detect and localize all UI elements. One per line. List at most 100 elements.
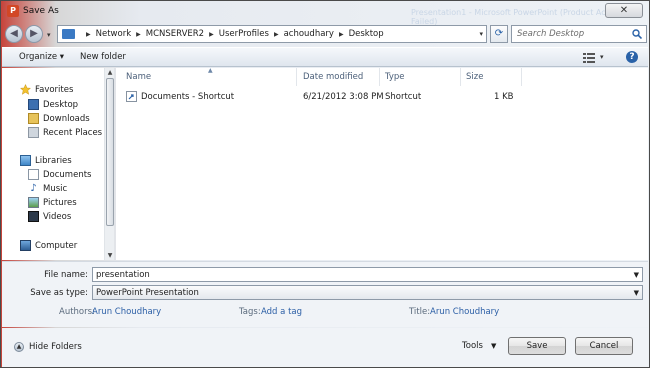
documents-icon (28, 169, 39, 180)
file-type: Shortcut (385, 92, 422, 102)
search-input[interactable]: Search Desktop (511, 25, 647, 43)
refresh-button[interactable]: ⟳ (490, 25, 508, 43)
chevron-right-icon[interactable]: ▶ (209, 31, 214, 38)
column-divider[interactable] (460, 68, 461, 86)
nav-favorites[interactable]: Favorites (20, 84, 73, 95)
forward-button[interactable]: ▶ (25, 25, 43, 43)
scroll-up-icon[interactable]: ▲ (106, 69, 114, 76)
nav-item-label: Libraries (35, 155, 72, 166)
nav-item-label: Computer (35, 240, 78, 251)
navigation-pane: Favorites Desktop Downloads Recent Place… (2, 68, 114, 260)
file-size: 1 KB (494, 92, 514, 102)
tools-button[interactable]: Tools (462, 341, 483, 351)
save-as-dialog: P Save As Presentation1 - Microsoft Powe… (0, 0, 650, 368)
breadcrumb-item[interactable]: Desktop (349, 29, 384, 39)
nav-item-label: Desktop (43, 99, 79, 110)
column-header-date[interactable]: Date modified (303, 72, 363, 82)
breadcrumb[interactable]: ▶ Network ▶ MCNSERVER2 ▶ UserProfiles ▶ … (57, 25, 487, 43)
save-type-label: Save as type: (30, 288, 88, 298)
title-bar[interactable]: P Save As Presentation1 - Microsoft Powe… (1, 1, 649, 26)
back-button[interactable]: ◀ (5, 25, 23, 43)
recent-pages-dropdown[interactable]: ▾ (47, 31, 51, 39)
view-options-icon[interactable] (583, 53, 595, 63)
save-button[interactable]: Save (508, 337, 566, 355)
close-icon: ✕ (619, 5, 629, 16)
network-folder-icon (62, 29, 75, 39)
navigation-scrollbar[interactable]: ▲ ▼ (104, 68, 114, 260)
nav-item-label: Downloads (43, 113, 90, 124)
nav-recent-places[interactable]: Recent Places (28, 127, 102, 138)
authors-field[interactable]: Arun Choudhary (92, 307, 161, 317)
nav-pictures[interactable]: Pictures (28, 197, 77, 208)
column-divider[interactable] (296, 68, 297, 86)
nav-libraries[interactable]: Libraries (20, 155, 72, 166)
file-name-field[interactable]: presentation ▼ (92, 267, 643, 282)
dialog-title: Save As (23, 6, 59, 16)
computer-icon (20, 240, 31, 251)
recent-places-icon (28, 127, 39, 138)
view-dropdown[interactable]: ▾ (600, 53, 604, 61)
file-date: 6/21/2012 3:08 PM (303, 92, 384, 102)
save-fields: File name: presentation ▼ Save as type: … (2, 261, 648, 327)
powerpoint-icon: P (7, 5, 19, 17)
search-icon[interactable] (632, 29, 642, 39)
hide-folders-button[interactable]: ▲ Hide Folders (14, 342, 82, 352)
nav-desktop[interactable]: Desktop (28, 99, 78, 110)
authors-label: Authors: (59, 307, 95, 317)
file-row[interactable]: Documents - Shortcut 6/21/2012 3:08 PM S… (124, 90, 644, 104)
nav-downloads[interactable]: Downloads (28, 113, 90, 124)
pictures-icon (28, 197, 39, 208)
refresh-icon: ⟳ (494, 28, 504, 39)
breadcrumb-item[interactable]: achoudhary (284, 29, 334, 39)
save-type-select[interactable]: PowerPoint Presentation ▼ (92, 285, 643, 300)
new-folder-button[interactable]: New folder (80, 52, 126, 62)
search-placeholder: Search Desktop (517, 29, 585, 39)
nav-item-label: Favorites (35, 84, 74, 95)
address-row: ◀ ▶ ▾ ▶ Network ▶ MCNSERVER2 ▶ UserProfi… (5, 23, 647, 45)
breadcrumb-item[interactable]: MCNSERVER2 (146, 29, 204, 39)
tags-label: Tags: (239, 307, 261, 317)
column-header-size[interactable]: Size (466, 72, 483, 82)
back-arrow-icon: ◀ (10, 28, 18, 39)
help-icon[interactable]: ? (626, 51, 638, 63)
downloads-folder-icon (28, 113, 39, 124)
nav-documents[interactable]: Documents (28, 169, 91, 180)
command-bar: Organize ▾ New folder ▾ ? (2, 47, 648, 67)
videos-icon (28, 211, 39, 222)
star-icon (20, 84, 31, 95)
chevron-up-icon: ▲ (14, 342, 24, 352)
nav-music[interactable]: ♪ Music (28, 183, 67, 194)
dialog-footer: ▲ Hide Folders Tools ▼ Save Cancel (2, 328, 648, 367)
hide-folders-label: Hide Folders (29, 342, 82, 352)
close-button[interactable]: ✕ (605, 3, 643, 18)
save-type-value: PowerPoint Presentation (96, 288, 199, 298)
sort-ascending-icon: ▲ (208, 67, 213, 74)
chevron-right-icon[interactable]: ▶ (136, 31, 141, 38)
organize-button[interactable]: Organize ▾ (19, 52, 64, 62)
libraries-icon (20, 155, 31, 166)
chevron-right-icon[interactable]: ▶ (86, 31, 91, 38)
chevron-down-icon[interactable]: ▼ (491, 342, 496, 350)
title-field[interactable]: Arun Choudhary (430, 307, 499, 317)
file-name-value: presentation (96, 270, 150, 280)
scrollbar-thumb[interactable] (106, 78, 114, 226)
column-divider[interactable] (379, 68, 380, 86)
desktop-icon (28, 99, 39, 110)
breadcrumb-item[interactable]: UserProfiles (219, 29, 269, 39)
nav-item-label: Music (43, 183, 68, 194)
forward-arrow-icon: ▶ (30, 28, 38, 39)
column-divider[interactable] (521, 68, 522, 86)
scroll-down-icon[interactable]: ▼ (106, 252, 114, 259)
nav-computer[interactable]: Computer (20, 240, 77, 251)
chevron-down-icon[interactable]: ▼ (634, 271, 639, 279)
nav-videos[interactable]: Videos (28, 211, 71, 222)
address-dropdown[interactable]: ▾ (479, 30, 483, 38)
chevron-right-icon[interactable]: ▶ (274, 31, 279, 38)
breadcrumb-item[interactable]: Network (96, 29, 132, 39)
cancel-button[interactable]: Cancel (575, 337, 633, 355)
column-header-type[interactable]: Type (385, 72, 405, 82)
chevron-down-icon[interactable]: ▼ (634, 289, 639, 297)
tags-field[interactable]: Add a tag (261, 307, 302, 317)
column-header-name[interactable]: Name (126, 72, 151, 82)
chevron-right-icon[interactable]: ▶ (339, 31, 344, 38)
